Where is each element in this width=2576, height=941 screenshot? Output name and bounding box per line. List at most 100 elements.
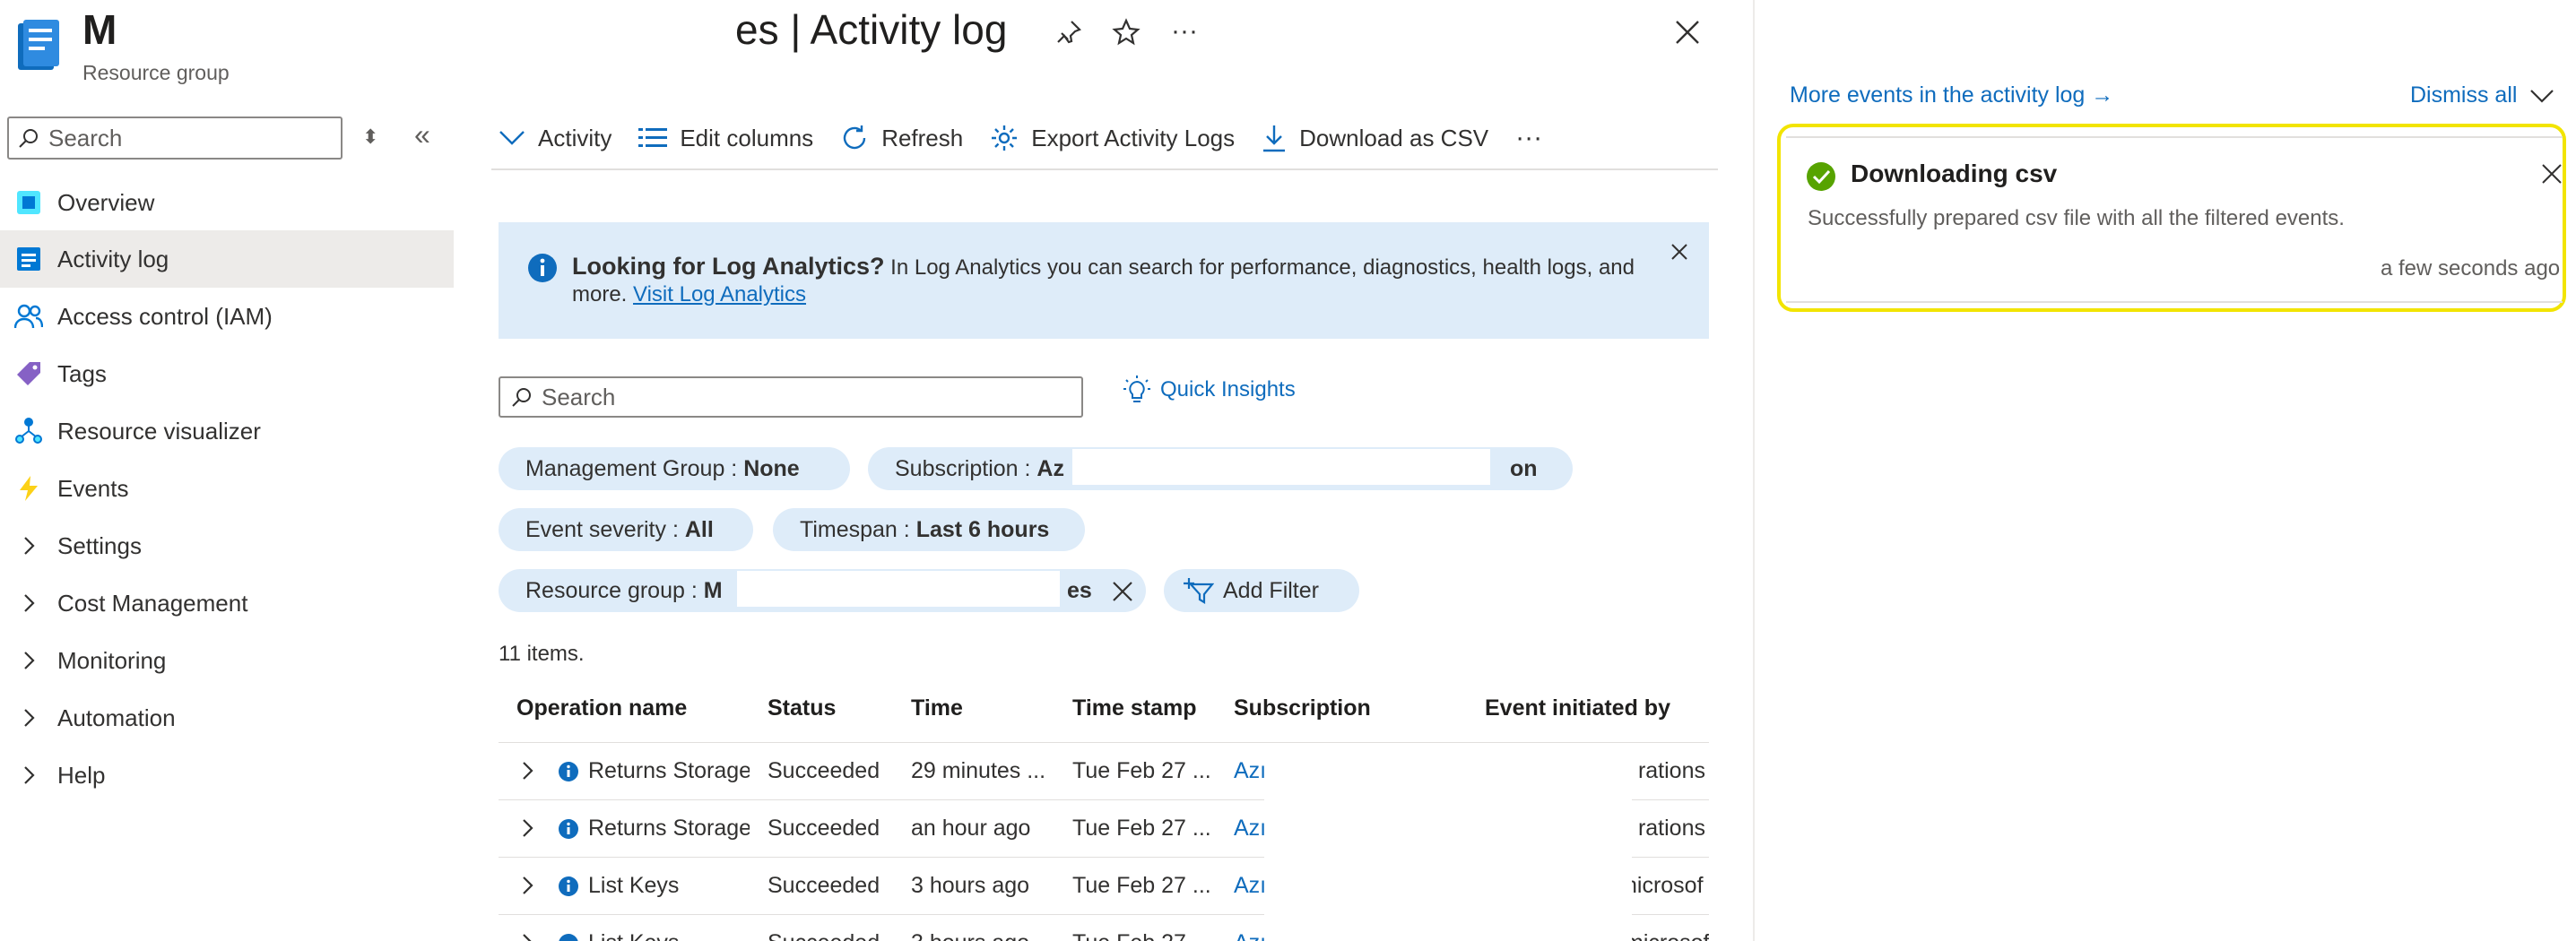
redaction-mask xyxy=(737,571,1060,607)
visit-log-analytics-link[interactable]: Visit Log Analytics xyxy=(633,282,806,306)
search-icon xyxy=(19,129,38,148)
operation-name[interactable]: List Keys xyxy=(588,930,750,941)
event-severity-filter[interactable]: Event severity : All xyxy=(499,508,753,551)
timestamp: Tue Feb 27 ... xyxy=(1072,758,1211,783)
chevron-down-icon xyxy=(2530,89,2554,103)
expand-row-icon[interactable] xyxy=(520,760,534,786)
sidebar-item-access-control[interactable]: Access control (IAM) xyxy=(0,288,454,345)
chevron-right-icon xyxy=(0,535,57,557)
overview-icon xyxy=(0,189,57,216)
column-header-status[interactable]: Status xyxy=(768,695,836,721)
column-header-initiated-by[interactable]: Event initiated by xyxy=(1485,695,1670,721)
sidebar-item-label: Help xyxy=(57,761,106,789)
sidebar-search-input[interactable]: Search xyxy=(7,117,343,160)
sidebar-item-monitoring[interactable]: Monitoring xyxy=(0,632,454,689)
filter-value: All xyxy=(684,516,714,542)
activity-button[interactable]: Activity xyxy=(499,125,611,152)
export-activity-logs-button[interactable]: Export Activity Logs xyxy=(990,124,1235,152)
lightbulb-icon xyxy=(1123,376,1150,402)
column-header-operation[interactable]: Operation name xyxy=(516,695,687,721)
info-icon xyxy=(558,933,579,941)
toolbar-more-icon[interactable]: ··· xyxy=(1515,123,1542,153)
expand-row-icon[interactable] xyxy=(520,932,534,941)
chevron-down-icon xyxy=(499,131,525,145)
close-icon[interactable] xyxy=(1673,18,1702,47)
add-filter-button[interactable]: Add Filter xyxy=(1164,569,1359,612)
management-group-filter[interactable]: Management Group : None xyxy=(499,447,850,490)
timestamp: Tue Feb 27 ... xyxy=(1072,930,1211,941)
subscription-link[interactable]: Azı xyxy=(1234,816,1264,842)
column-header-time[interactable]: Time xyxy=(911,695,963,721)
timestamp: Tue Feb 27 ... xyxy=(1072,873,1211,898)
operation-name[interactable]: Returns Storage xyxy=(588,758,750,784)
sidebar-item-activity-log[interactable]: Activity log xyxy=(0,230,454,288)
sidebar-item-label: Resource visualizer xyxy=(57,417,261,445)
download-icon xyxy=(1263,125,1286,152)
sidebar-search-placeholder: Search xyxy=(48,124,123,151)
status: Succeeded xyxy=(768,930,880,941)
dismiss-all-label: Dismiss all xyxy=(2410,82,2518,108)
search-icon xyxy=(512,388,531,407)
sidebar-item-automation[interactable]: Automation xyxy=(0,689,454,747)
pin-icon[interactable] xyxy=(1054,18,1083,47)
expand-row-icon[interactable] xyxy=(520,875,534,901)
filter-label: Timespan : xyxy=(800,516,910,542)
time: an hour ago xyxy=(911,816,1031,841)
sidebar-item-label: Cost Management xyxy=(57,589,248,617)
refresh-button[interactable]: Refresh xyxy=(840,124,963,152)
sort-icon[interactable]: ⬍ xyxy=(362,125,378,149)
remove-filter-icon[interactable] xyxy=(1112,581,1133,607)
more-options-icon[interactable]: ··· xyxy=(1171,16,1198,47)
edit-columns-button[interactable]: Edit columns xyxy=(638,125,813,152)
filter-label: Resource group : xyxy=(525,577,698,603)
chevron-right-icon xyxy=(0,707,57,729)
resource-group-icon xyxy=(18,20,59,72)
sidebar-item-overview[interactable]: Overview xyxy=(0,174,454,231)
notification-close-icon[interactable] xyxy=(2541,163,2563,189)
collapse-sidebar-icon[interactable]: « xyxy=(414,118,430,151)
subscription-link[interactable]: Azı xyxy=(1234,758,1264,784)
sidebar-item-settings[interactable]: Settings xyxy=(0,517,454,574)
download-csv-button[interactable]: Download as CSV xyxy=(1262,124,1488,152)
sidebar-item-tags[interactable]: Tags xyxy=(0,345,454,402)
more-events-link[interactable]: More events in the activity log → xyxy=(1790,82,2113,108)
expand-row-icon[interactable] xyxy=(520,817,534,843)
refresh-label: Refresh xyxy=(881,124,964,151)
sidebar-item-events[interactable]: Events xyxy=(0,460,454,517)
subscription-link[interactable]: Azı xyxy=(1234,930,1264,941)
subscription-value-tail: on xyxy=(1510,456,1538,481)
quick-insights-button[interactable]: Quick Insights xyxy=(1123,375,1296,405)
sidebar-item-cost-management[interactable]: Cost Management xyxy=(0,574,454,632)
initiated-by: rations xyxy=(1637,816,1705,841)
gear-icon xyxy=(992,125,1018,151)
sidebar-item-help[interactable]: Help xyxy=(0,747,454,804)
favorite-star-icon[interactable] xyxy=(1112,18,1141,47)
sidebar-item-label: Settings xyxy=(57,531,142,559)
toolbar-divider xyxy=(491,168,1718,170)
operation-name[interactable]: List Keys xyxy=(588,873,750,899)
operation-name[interactable]: Returns Storage xyxy=(588,816,750,842)
filter-label: Event severity : xyxy=(525,516,679,542)
resource-name: M xyxy=(82,6,117,53)
sidebar-item-resource-visualizer[interactable]: Resource visualizer xyxy=(0,402,454,460)
notification-message: Successfully prepared csv file with all … xyxy=(1808,206,2345,230)
info-icon xyxy=(558,818,579,844)
sidebar-item-label: Events xyxy=(57,474,129,502)
timestamp: Tue Feb 27 ... xyxy=(1072,816,1211,841)
events-search-input[interactable]: Search xyxy=(499,376,1083,418)
sidebar-item-label: Monitoring xyxy=(57,646,167,674)
sidebar-item-label: Tags xyxy=(57,359,107,387)
redaction-mask xyxy=(1264,744,1632,941)
subscription-link[interactable]: Azı xyxy=(1234,873,1264,899)
notification-title: Downloading csv xyxy=(1851,160,2058,187)
tag-icon xyxy=(0,360,57,387)
notification-top-border xyxy=(1786,136,2563,138)
redaction-mask xyxy=(1072,449,1490,485)
column-header-subscription[interactable]: Subscription xyxy=(1234,695,1371,721)
dismiss-all-button[interactable]: Dismiss all xyxy=(2410,82,2554,108)
timespan-filter[interactable]: Timespan : Last 6 hours xyxy=(773,508,1085,551)
resource-type: Resource group xyxy=(82,61,230,84)
banner-close-icon[interactable] xyxy=(1670,242,1689,266)
column-header-timestamp[interactable]: Time stamp xyxy=(1072,695,1196,721)
chevron-right-icon xyxy=(0,764,57,786)
